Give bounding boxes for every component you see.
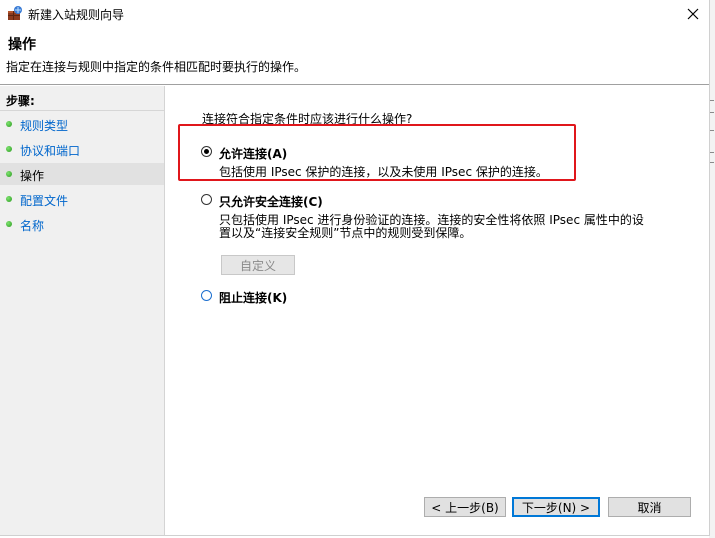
steps-divider: [0, 110, 164, 111]
bullet-icon: [6, 146, 12, 152]
allow-secure-description-line2: 置以及“连接安全规则”节点中的规则受到保障。: [219, 226, 472, 240]
sidebar-item-label: 配置文件: [20, 194, 69, 208]
steps-sidebar: 步骤: 规则类型 协议和端口 操作 配置文件 名称: [0, 86, 165, 535]
allow-secure-radio[interactable]: [201, 194, 212, 205]
window-title: 新建入站规则向导: [28, 8, 125, 22]
page-header: 操作 指定在连接与规则中指定的条件相匹配时要执行的操作。: [0, 28, 709, 85]
action-panel: 连接符合指定条件时应该进行什么操作? 允许连接(A) 包括使用 IPsec 保护…: [165, 86, 709, 535]
title-bar: 新建入站规则向导: [0, 0, 709, 28]
allow-radio[interactable]: [201, 146, 212, 157]
cancel-button[interactable]: 取消: [608, 497, 691, 517]
sidebar-item-protocol-port[interactable]: 协议和端口: [0, 138, 164, 160]
bullet-icon: [6, 121, 12, 127]
back-button[interactable]: < 上一步(B): [424, 497, 506, 517]
block-label[interactable]: 阻止连接(K): [219, 289, 287, 306]
close-icon: [687, 8, 698, 20]
bullet-icon: [6, 196, 12, 202]
sidebar-item-label: 操作: [20, 169, 45, 183]
steps-heading: 步骤:: [6, 94, 35, 108]
sidebar-item-label: 名称: [20, 219, 45, 233]
page-description: 指定在连接与规则中指定的条件相匹配时要执行的操作。: [6, 60, 307, 74]
bullet-icon: [6, 221, 12, 227]
block-radio[interactable]: [201, 290, 212, 301]
allow-secure-description-line1: 只包括使用 IPsec 进行身份验证的连接。连接的安全性将依照 IPsec 属性…: [219, 213, 644, 227]
next-button[interactable]: 下一步(N) >: [512, 497, 600, 517]
allow-description: 包括使用 IPsec 保护的连接，以及未使用 IPsec 保护的连接。: [219, 165, 548, 179]
firewall-app-icon: [8, 6, 22, 20]
close-button[interactable]: [676, 0, 709, 28]
customize-button[interactable]: 自定义: [221, 255, 295, 275]
sidebar-item-rule-type[interactable]: 规则类型: [0, 113, 164, 135]
sidebar-item-label: 规则类型: [20, 119, 69, 133]
sidebar-item-profile[interactable]: 配置文件: [0, 188, 164, 210]
bullet-icon: [6, 171, 12, 177]
sidebar-item-name[interactable]: 名称: [0, 213, 164, 235]
sidebar-item-action[interactable]: 操作: [0, 163, 164, 185]
wizard-window: 新建入站规则向导 操作 指定在连接与规则中指定的条件相匹配时要执行的操作。 步骤…: [0, 0, 710, 536]
page-title: 操作: [8, 37, 36, 53]
sidebar-item-label: 协议和端口: [20, 144, 81, 158]
allow-label[interactable]: 允许连接(A): [219, 145, 287, 162]
allow-secure-label[interactable]: 只允许安全连接(C): [219, 193, 323, 210]
